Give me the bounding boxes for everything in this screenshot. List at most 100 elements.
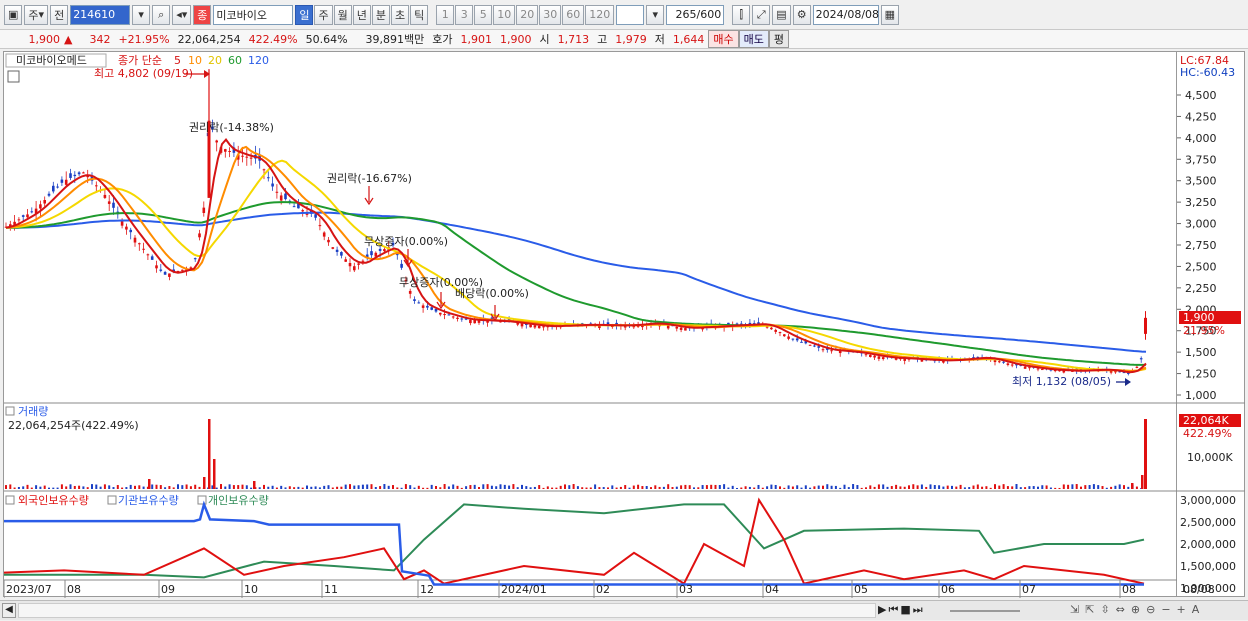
x-axis-label: 12 (420, 583, 434, 596)
tool-icon[interactable]: ⇔ (1116, 603, 1125, 616)
minute-button[interactable]: 3 (455, 4, 474, 25)
minute-button[interactable]: 5 (474, 4, 493, 25)
scroll-right-icon[interactable]: ▶ (878, 603, 886, 617)
calendar-icon[interactable]: ▦ (880, 4, 900, 25)
volume-bar (422, 487, 425, 489)
tab-period-minute[interactable]: 분 (371, 4, 390, 25)
layout-icon[interactable]: ▣ (4, 4, 23, 25)
minute-button[interactable]: 30 (539, 4, 562, 25)
zoom-slider[interactable] (950, 610, 1020, 612)
tool-icon[interactable]: ⊕ (1131, 603, 1140, 616)
tab-period-year[interactable]: 년 (352, 4, 371, 25)
quote-bar: 1,900 ▲ 342 +21.95% 22,064,254 422.49% 5… (0, 29, 1248, 49)
minute-button[interactable]: 10 (493, 4, 516, 25)
code-dropdown-icon[interactable]: ▾ (132, 4, 151, 25)
zoom-out-icon[interactable]: − (1161, 603, 1170, 616)
custom-period-input[interactable] (616, 4, 645, 25)
volume-bar (594, 484, 597, 489)
volume-bar (1054, 487, 1057, 489)
first-icon[interactable]: ⏮ (888, 603, 898, 617)
right-price-axis[interactable]: LC:67.84 HC:-60.43 4,500 4,250 4,000 3,750 3… (1177, 51, 1245, 597)
tool-icon[interactable]: ⊖ (1146, 603, 1155, 616)
minute-button[interactable]: 1 (436, 4, 455, 25)
stock-type-badge: 종 (193, 4, 212, 25)
minute-button[interactable]: 20 (516, 4, 539, 25)
x-axis-label: 08 (67, 583, 81, 596)
scroll-track[interactable] (18, 603, 876, 618)
y-tick-label: 4,500 (1185, 89, 1217, 102)
tab-period-second[interactable]: 초 (390, 4, 410, 25)
volume-bar (766, 486, 769, 489)
volume-bar (1002, 484, 1005, 489)
x-axis-right-label: 08/08 (1183, 583, 1215, 596)
minute-button[interactable]: 60 (562, 4, 585, 25)
volume-bar (1045, 485, 1048, 489)
tab-period-day[interactable]: 일 (295, 4, 314, 25)
volume-bar (310, 486, 313, 489)
tool-icon[interactable]: ⇲ (1070, 603, 1079, 616)
draw-tool-icon[interactable]: ⤢ (752, 4, 771, 25)
candle-body (1028, 367, 1031, 369)
font-size-icon[interactable]: A (1192, 603, 1200, 616)
zoom-in-icon[interactable]: + (1177, 603, 1186, 616)
date-field[interactable]: 2024/08/08 (812, 4, 879, 25)
prev-button[interactable]: 전 (50, 4, 69, 25)
volume-bar (860, 487, 863, 489)
chart-type-icon[interactable]: ⫿ (732, 4, 751, 25)
data-count-field[interactable]: 265/600 (666, 4, 725, 25)
candle-body (249, 157, 253, 159)
search-icon[interactable]: ⌕ (152, 4, 171, 25)
event-arrow-rights-2 (364, 186, 374, 206)
buy-button[interactable]: 매수 (708, 30, 739, 48)
gear-icon[interactable]: ⚙ (792, 4, 811, 25)
minute-button[interactable]: 120 (585, 4, 615, 25)
volume-bar (108, 485, 111, 489)
y-tick-label: 2,500 (1185, 260, 1217, 273)
stop-icon[interactable]: ■ (900, 603, 910, 617)
tool-icon[interactable]: ⇱ (1085, 603, 1094, 616)
volume-bar (460, 487, 463, 489)
tab-period-tick[interactable]: 틱 (410, 4, 429, 25)
save-icon[interactable]: ▤ (772, 4, 791, 25)
volume-bar (710, 484, 713, 489)
speaker-icon[interactable]: ◂▾ (172, 4, 192, 25)
ma-period-20: 20 (208, 54, 222, 67)
chart-canvas[interactable]: 미코바이오메드 종가 단순 5 10 20 60 120 최고 4,802 (0… (3, 52, 1178, 598)
change-percent: +21.95% (118, 32, 170, 46)
volume-bar (344, 484, 347, 489)
volume-bar (314, 486, 317, 489)
eval-button[interactable]: 평 (768, 30, 790, 48)
price-change: 342 (89, 32, 111, 46)
scroll-left-icon[interactable]: ◀ (2, 603, 16, 618)
tab-period-week[interactable]: 주 (314, 4, 333, 25)
candle-body (1006, 363, 1010, 365)
stock-code-input[interactable]: 214610 (70, 4, 131, 25)
market-select[interactable]: 주 ▾ (24, 4, 49, 25)
candle-body (447, 314, 451, 316)
candle-body (408, 290, 412, 294)
minute-buttons: 1 3 5 10 20 30 60 120 (436, 4, 615, 25)
last-price-tag-pct: 21.95% (1183, 324, 1225, 337)
custom-period-dropdown-icon[interactable]: ▾ (646, 4, 665, 25)
candle-body (327, 239, 330, 243)
volume-bar (632, 485, 635, 489)
annotation-dividend: 배당락(0.00%) (455, 287, 529, 300)
x-axis-label: 05 (854, 583, 868, 596)
tool-icon[interactable]: ⇳ (1100, 603, 1109, 616)
volume-bar (232, 485, 235, 489)
volume-bar (744, 486, 747, 489)
last-icon[interactable]: ⏭ (913, 603, 923, 617)
volume-bar (396, 487, 399, 489)
candle-body (103, 194, 107, 198)
volume-bar (886, 486, 889, 489)
volume-bar (559, 485, 562, 489)
volume-bar (400, 487, 403, 489)
tab-period-month[interactable]: 월 (333, 4, 352, 25)
volume-bar (899, 486, 902, 489)
sell-button[interactable]: 매도 (738, 30, 769, 48)
grid-toggle-icon[interactable] (7, 70, 20, 83)
candle-body (881, 357, 885, 360)
volume-bar (800, 487, 803, 489)
chart-area[interactable]: 미코바이오메드 종가 단순 5 10 20 60 120 최고 4,802 (0… (3, 51, 1178, 598)
volume-bar (469, 485, 472, 489)
